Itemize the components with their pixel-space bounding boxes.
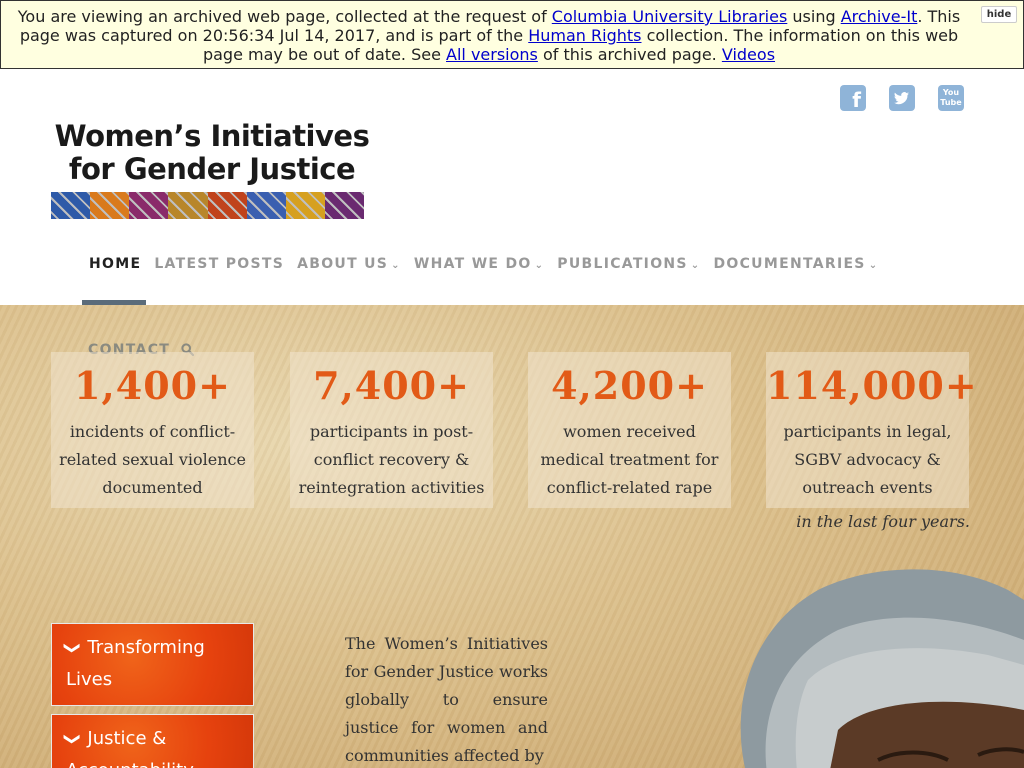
facebook-glyph: f: [852, 88, 861, 111]
nav-latest-label: LATEST POSTS: [154, 256, 285, 272]
logo-strip-swatch: [207, 192, 247, 219]
stat-description: participants in post-conflict recovery &…: [298, 422, 485, 497]
chevron-down-icon: ⌄: [690, 260, 701, 271]
stats-tagline: in the last four years.: [796, 512, 970, 531]
logo-strip-swatch: [324, 192, 364, 219]
collection-link[interactable]: Human Rights: [528, 26, 641, 45]
twitter-bird-icon: [894, 92, 909, 105]
logo-strip-swatch: [246, 192, 286, 219]
logo-strip-swatch: [51, 192, 91, 219]
twitter-icon[interactable]: [889, 85, 915, 111]
logo-strip-swatch: [285, 192, 325, 219]
stat-number: 4,200+: [551, 363, 708, 408]
logo-pattern-strip: [51, 192, 364, 219]
stat-description: incidents of conflict-related sexual vio…: [59, 422, 246, 497]
chevron-down-icon: ❯: [63, 641, 83, 655]
stat-card: 114,000+ participants in legal, SGBV adv…: [766, 352, 978, 508]
main-nav: HOME LATEST POSTS ABOUT US ⌄ WHAT WE DO ⌄ …: [89, 256, 891, 272]
stat-card: 7,400+ participants in post-conflict rec…: [290, 352, 493, 508]
youtube-label: You Tube: [940, 88, 962, 107]
transforming-lives-button[interactable]: ❯ Transforming Lives: [51, 623, 254, 706]
stat-description: participants in legal, SGBV advocacy & o…: [783, 422, 952, 497]
logo-strip-swatch: [168, 192, 208, 219]
nav-what-label: WHAT WE DO: [413, 256, 532, 272]
chevron-down-icon: ❯: [63, 732, 83, 746]
nav-documentaries-label: DOCUMENTARIES: [713, 256, 866, 272]
archive-it-link[interactable]: Archive-It: [841, 7, 918, 26]
facebook-icon[interactable]: f: [840, 85, 866, 111]
nav-what-we-do[interactable]: WHAT WE DO ⌄: [414, 256, 544, 272]
stat-description: women received medical treatment for con…: [540, 422, 719, 497]
stat-number: 7,400+: [313, 363, 470, 408]
hero-section: CONTACT 1,400+ incidents of conflict-rel…: [0, 305, 1024, 768]
chevron-down-icon: ⌄: [868, 260, 879, 271]
nav-about-label: ABOUT US: [297, 256, 389, 272]
stat-number: 114,000+: [766, 363, 978, 408]
columbia-link[interactable]: Columbia University Libraries: [552, 7, 788, 26]
justice-accountability-button[interactable]: ❯Justice & Accountability: [51, 714, 254, 768]
archive-banner: You are viewing an archived web page, co…: [0, 0, 1024, 69]
nav-about-us[interactable]: ABOUT US ⌄: [297, 256, 401, 272]
logo-strip-swatch: [90, 192, 130, 219]
videos-link[interactable]: Videos: [722, 45, 775, 64]
youtube-icon[interactable]: You Tube: [938, 85, 964, 111]
logo-line-1: Women’s Initiatives: [54, 119, 370, 153]
stat-card: 4,200+ women received medical treatment …: [528, 352, 731, 508]
banner-text-1: You are viewing an archived web page, co…: [17, 7, 552, 26]
nav-home-label: HOME: [89, 256, 142, 272]
nav-home[interactable]: HOME: [89, 256, 141, 272]
banner-text-2: using: [787, 7, 841, 26]
stat-number: 1,400+: [74, 363, 231, 408]
stat-card: 1,400+ incidents of conflict-related sex…: [51, 352, 254, 508]
woman-portrait-image: [740, 569, 1024, 768]
logo-strip-swatch: [129, 192, 169, 219]
hide-banner-button[interactable]: hide: [981, 6, 1017, 23]
chevron-down-icon: ⌄: [534, 260, 545, 271]
logo-line-2: for Gender Justice: [68, 152, 356, 186]
nav-publications-label: PUBLICATIONS: [557, 256, 688, 272]
nav-latest-posts[interactable]: LATEST POSTS: [154, 256, 284, 272]
intro-paragraph: The Women’s Initiatives for Gender Justi…: [345, 634, 548, 765]
site-logo[interactable]: Women’s Initiatives for Gender Justice: [52, 120, 372, 186]
all-versions-link[interactable]: All versions: [446, 45, 538, 64]
chevron-down-icon: ⌄: [391, 260, 401, 271]
nav-documentaries[interactable]: DOCUMENTARIES ⌄: [713, 256, 878, 272]
banner-text-5: of this archived page.: [537, 45, 722, 64]
nav-publications[interactable]: PUBLICATIONS ⌄: [557, 256, 700, 272]
